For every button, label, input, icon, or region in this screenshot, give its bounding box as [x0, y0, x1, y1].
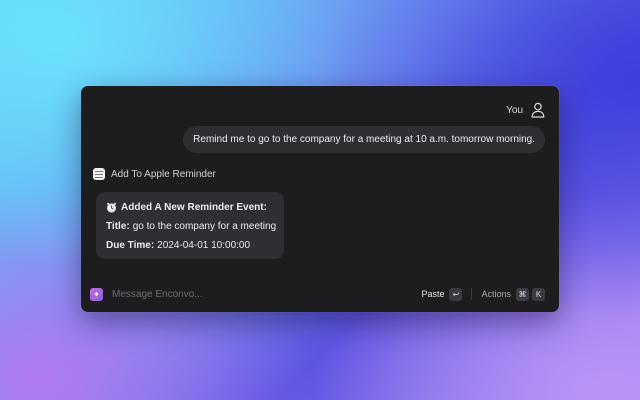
tool-label: Add To Apple Reminder	[111, 168, 216, 180]
composer-footer: ✦ Paste ↩ Actions ⌘ K	[81, 276, 559, 312]
assistant-message-bubble: Added A New Reminder Event: Title: go to…	[96, 192, 284, 259]
reminder-due-line: Due Time: 2024-04-01 10:00:00	[106, 236, 274, 255]
title-value: go to the company for a meeting	[132, 221, 277, 232]
actions-shortcut: ⌘ K	[516, 287, 545, 301]
list-icon	[93, 168, 105, 180]
alarm-clock-icon	[106, 202, 117, 213]
due-label: Due Time:	[106, 240, 155, 251]
reminder-title-line: Title: go to the company for a meeting	[106, 217, 277, 236]
chat-window: You Remind me to go to the company for a…	[81, 86, 559, 312]
due-value: 2024-04-01 10:00:00	[157, 240, 251, 251]
person-icon	[531, 102, 545, 118]
user-message-bubble: Remind me to go to the company for a mee…	[183, 126, 545, 153]
user-header: You	[506, 102, 545, 118]
reminder-heading-line: Added A New Reminder Event:	[106, 198, 274, 217]
reminder-heading: Added A New Reminder Event:	[121, 202, 267, 213]
actions-button[interactable]: Actions ⌘ K	[481, 287, 545, 301]
actions-label: Actions	[481, 289, 511, 299]
title-label: Title:	[106, 221, 130, 232]
sparkle-app-icon[interactable]: ✦	[90, 287, 103, 301]
k-key: K	[532, 287, 545, 301]
user-name: You	[506, 104, 523, 116]
footer-divider	[471, 288, 473, 300]
paste-label: Paste	[421, 289, 445, 299]
return-key-icon: ↩	[449, 287, 463, 301]
user-message-text: Remind me to go to the company for a mee…	[193, 134, 535, 145]
tool-invocation: Add To Apple Reminder	[93, 167, 216, 181]
message-input[interactable]	[112, 288, 312, 300]
command-key-icon: ⌘	[516, 287, 529, 301]
paste-button[interactable]: Paste ↩	[421, 287, 463, 301]
footer-actions: Paste ↩ Actions ⌘ K	[421, 287, 545, 301]
